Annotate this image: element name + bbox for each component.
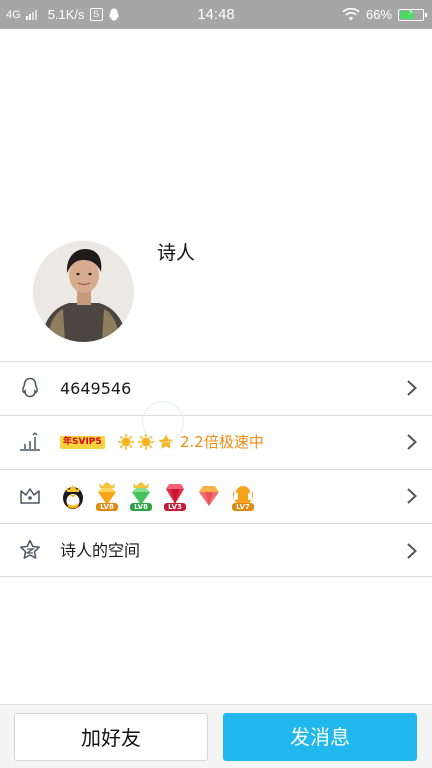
wifi-icon xyxy=(342,8,360,21)
pink-diamond-medal-icon[interactable] xyxy=(196,481,222,511)
qq-number-row[interactable]: 4649546 xyxy=(0,361,432,414)
sun-icon xyxy=(118,434,134,450)
speed-status: 2.2倍极速中 xyxy=(180,433,264,451)
status-right: 66% ⚡ xyxy=(342,0,427,29)
chevron-right-icon xyxy=(407,488,417,504)
chevron-right-icon xyxy=(407,434,417,450)
red-diamond-medal-icon[interactable]: LV3 xyxy=(162,481,188,511)
music-medal-icon[interactable]: LV7 xyxy=(230,481,256,511)
star-space-icon xyxy=(20,539,40,559)
vip-row[interactable]: 年SVIP5 2.2倍极速中 xyxy=(0,415,432,468)
medal-level: LV8 xyxy=(130,503,152,511)
qq-penguin-icon xyxy=(22,377,38,398)
nickname: 诗人 xyxy=(157,242,196,264)
space-link: 诗人的空间 xyxy=(60,541,141,560)
medal-level: LV7 xyxy=(232,503,254,511)
chevron-right-icon xyxy=(407,380,417,396)
avatar-photo xyxy=(33,241,134,342)
send-message-button[interactable]: 发消息 xyxy=(223,713,417,761)
stats-chart-icon xyxy=(20,432,40,451)
charging-bolt-icon: ⚡ xyxy=(407,6,415,17)
add-friend-button[interactable]: 加好友 xyxy=(14,713,208,761)
action-bar: 加好友 发消息 xyxy=(0,704,432,768)
qq-number: 4649546 xyxy=(60,379,132,398)
svip-badge: 年SVIP5 xyxy=(60,436,105,449)
medal-list: LV8 LV8 LV3 LV7 xyxy=(60,481,256,511)
chevron-right-icon xyxy=(407,543,417,559)
avatar[interactable] xyxy=(33,241,134,342)
qzone-row[interactable]: 诗人的空间 xyxy=(0,523,432,577)
status-bar: 4G 5.1K/s S 14:48 66% ⚡ xyxy=(0,0,432,29)
crown-icon xyxy=(20,488,40,504)
battery-percent: 66% xyxy=(365,7,392,22)
crown-medal-icon[interactable]: LV8 xyxy=(94,481,120,511)
medals-row[interactable]: LV8 LV8 LV3 LV7 xyxy=(0,469,432,522)
medal-level: LV8 xyxy=(96,503,118,511)
qq-penguin-medal-icon[interactable] xyxy=(60,481,86,511)
medal-level: LV3 xyxy=(164,503,186,511)
battery-icon: ⚡ xyxy=(398,6,427,21)
watermark-icon xyxy=(142,401,184,443)
green-crown-medal-icon[interactable]: LV8 xyxy=(128,481,154,511)
